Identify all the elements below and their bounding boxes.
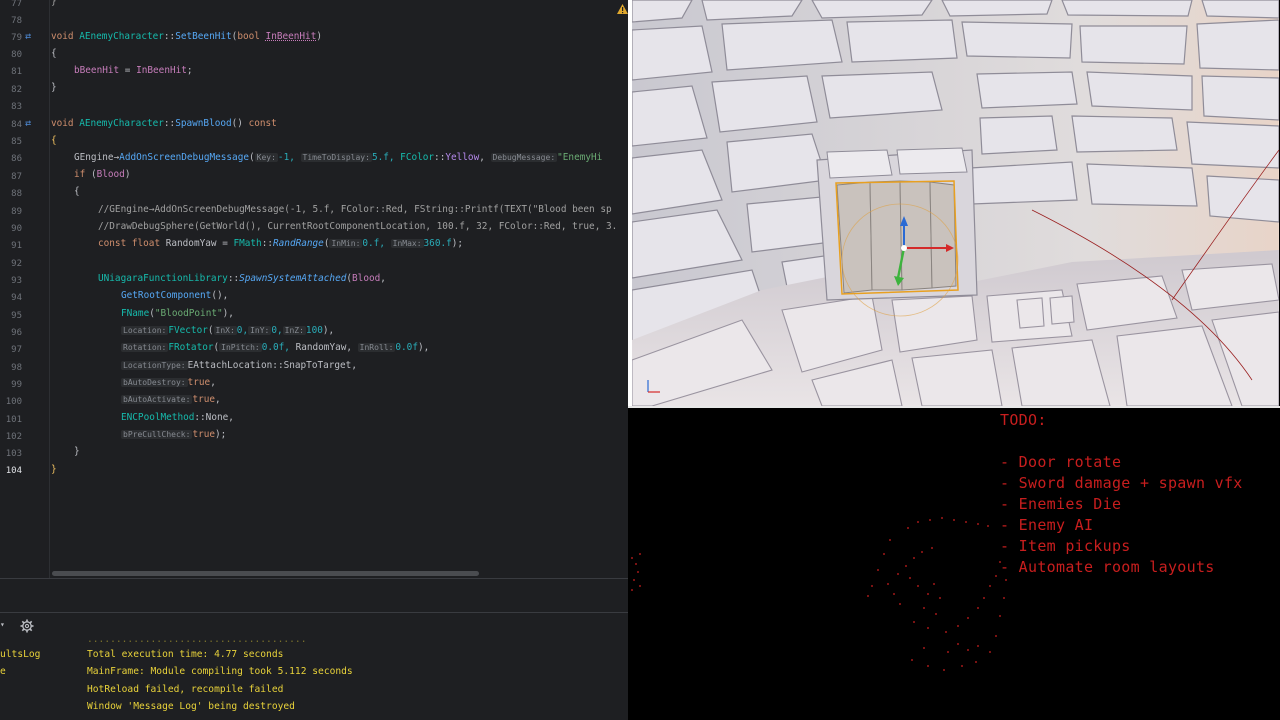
line-number: 77 — [11, 0, 22, 9]
log-line: Total execution time: 4.77 seconds — [87, 649, 284, 660]
code-line: ENCPoolMethod::None, — [121, 412, 234, 423]
code-line: } — [51, 0, 57, 7]
line-number: 95 — [11, 311, 22, 321]
code-line: void AEnemyCharacter::SetBeenHit(bool In… — [51, 31, 323, 42]
line-number: 98 — [11, 363, 22, 373]
line-number: 92 — [11, 259, 22, 269]
line-number: 78 — [11, 16, 22, 26]
log-line: MainFrame: Module compiling took 5.112 s… — [87, 666, 353, 677]
code-line: } — [51, 82, 57, 93]
line-number: 97 — [11, 345, 22, 355]
log-category-label: e — [0, 666, 6, 677]
todo-item: - Item pickups — [1000, 537, 1131, 555]
code-line: FName("BloodPoint"), — [121, 308, 234, 319]
line-number: 101 — [5, 415, 22, 425]
code-line: LocationType: EAttachLocation::SnapToTarg… — [121, 360, 357, 371]
line-number: 82 — [11, 85, 22, 95]
line-number: 102 — [5, 432, 22, 442]
line-number: 91 — [11, 241, 22, 251]
code-line: GetRootComponent(), — [121, 290, 229, 301]
line-number: 100 — [5, 397, 22, 407]
code-line: bPreCullCheck: true); — [121, 429, 227, 440]
line-number: 85 — [11, 137, 22, 147]
code-line: Location: FVector(InX: 0, InY: 0, InZ: 100), — [121, 325, 335, 336]
todo-item: - Automate room layouts — [1000, 558, 1215, 576]
line-number: 89 — [11, 207, 22, 217]
line-number: 87 — [11, 172, 22, 182]
panel-splitter[interactable] — [0, 578, 628, 612]
log-line: Window 'Message Log' being destroyed — [87, 701, 295, 712]
code-line-comment: //GEngine→AddOnScreenDebugMessage(-1, 5.… — [98, 204, 612, 215]
line-number: 80 — [11, 50, 22, 60]
todo-item: - Enemies Die — [1000, 495, 1122, 513]
line-number: 99 — [11, 380, 22, 390]
line-number: 79 — [11, 33, 22, 43]
code-line: { — [51, 135, 57, 146]
todo-title: TODO: — [1000, 411, 1047, 429]
line-number: 90 — [11, 224, 22, 234]
code-line: } — [51, 464, 57, 475]
log-line: HotReload failed, recompile failed — [87, 684, 284, 695]
line-number: 94 — [11, 293, 22, 303]
code-line: void AEnemyCharacter::SpawnBlood() const — [51, 118, 277, 129]
todo-overlay: TODO: - Door rotate - Sword damage + spa… — [628, 408, 1280, 720]
code-line: Rotation: FRotator(InPitch: 0.0f, RandomYa… — [121, 342, 430, 353]
code-line: bBeenHit = InBeenHit; — [74, 65, 193, 76]
code-line: UNiagaraFunctionLibrary::SpawnSystemAtta… — [98, 273, 386, 284]
line-number: 83 — [11, 102, 22, 112]
line-number: 86 — [11, 154, 22, 164]
code-line: bAutoActivate: true, — [121, 394, 221, 405]
viewport-scene — [632, 0, 1279, 406]
gutter-separator — [49, 0, 50, 578]
line-number: 96 — [11, 328, 22, 338]
todo-item: - Door rotate — [1000, 453, 1122, 471]
level-viewport[interactable] — [632, 0, 1279, 406]
gear-icon[interactable] — [20, 619, 34, 633]
warning-icon[interactable] — [617, 4, 628, 14]
override-icon[interactable]: ⇄ — [25, 119, 37, 129]
code-line: } — [74, 446, 80, 457]
code-line-comment: //DrawDebugSphere(GetWorld(), CurrentRoo… — [98, 221, 618, 232]
override-icon[interactable]: ⇄ — [25, 32, 37, 42]
code-line: { — [51, 48, 57, 59]
line-number-current: 104 — [5, 466, 22, 476]
code-line: { — [74, 186, 80, 197]
line-number: 103 — [5, 449, 22, 459]
code-line: GEngine→AddOnScreenDebugMessage(Key: -1, … — [74, 152, 603, 163]
log-category-label: ultsLog — [0, 649, 41, 660]
line-number: 81 — [11, 67, 22, 77]
code-line: if (Blood) — [74, 169, 131, 180]
horizontal-scrollbar[interactable] — [52, 571, 479, 576]
todo-item: - Sword damage + spawn vfx — [1000, 474, 1243, 492]
line-number: 88 — [11, 189, 22, 199]
todo-item: - Enemy AI — [1000, 516, 1094, 534]
chevron-down-icon[interactable]: ▾ — [0, 620, 5, 629]
line-number: 93 — [11, 276, 22, 286]
code-line: const float RandomYaw = FMath::RandRange… — [98, 238, 464, 249]
code-editor[interactable]: 77 78 79 80 81 82 83 84 85 86 87 88 89 9… — [0, 0, 628, 578]
line-number: 84 — [11, 120, 22, 130]
code-line: bAutoDestroy: true, — [121, 377, 216, 388]
